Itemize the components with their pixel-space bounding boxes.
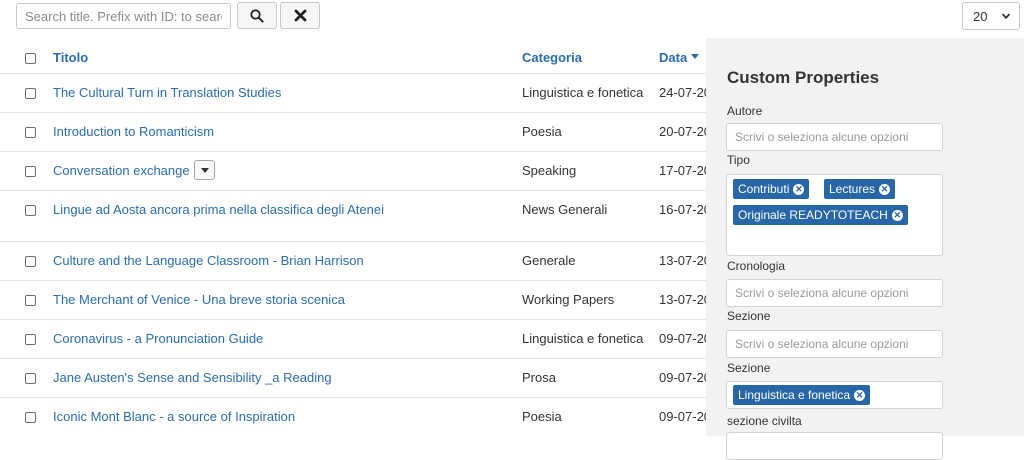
- autore-field[interactable]: Scrivi o seleziona alcune opzioni: [726, 123, 943, 151]
- table-row: Introduction to Romanticism Poesia 20-07…: [0, 112, 706, 152]
- tipo-field[interactable]: Contributi ✕ Lectures ✕ Originale READYT…: [726, 174, 943, 256]
- article-category: Linguistica e fonetica: [522, 331, 644, 346]
- row-checkbox[interactable]: [25, 373, 36, 384]
- table-row: The Merchant of Venice - Una breve stori…: [0, 280, 706, 320]
- article-category: Working Papers: [522, 292, 615, 307]
- remove-tag-icon[interactable]: ✕: [793, 183, 805, 195]
- sezione-civilta-field[interactable]: [726, 432, 943, 460]
- sezione-label: Sezione: [727, 361, 771, 375]
- article-category: News Generali: [522, 202, 608, 217]
- article-date: 09-07-2020: [659, 370, 706, 385]
- table-row: Conversation exchange Speaking 17-07-202…: [0, 151, 706, 191]
- cronologia-field[interactable]: Scrivi o seleziona alcune opzioni: [726, 279, 943, 307]
- article-date: 13-07-2020: [659, 292, 706, 307]
- chevron-down-icon: [1001, 13, 1011, 20]
- article-category: Prosa: [522, 370, 556, 385]
- article-title-link[interactable]: Iconic Mont Blanc - a source of Inspirat…: [53, 409, 295, 424]
- remove-tag-icon[interactable]: ✕: [891, 209, 903, 221]
- article-title-link[interactable]: Lingue ad Aosta ancora prima nella class…: [53, 202, 384, 217]
- article-category: Poesia: [522, 409, 562, 424]
- sezione-label: Sezione: [727, 309, 771, 323]
- table-row: Jane Austen's Sense and Sensibility _a R…: [0, 358, 706, 398]
- row-checkbox[interactable]: [25, 295, 36, 306]
- remove-tag-icon[interactable]: ✕: [854, 389, 866, 401]
- sezione-civilta-label: sezione civilta: [727, 414, 802, 428]
- article-title-link[interactable]: Conversation exchange: [53, 163, 190, 178]
- article-title-link[interactable]: Jane Austen's Sense and Sensibility _a R…: [53, 370, 332, 385]
- row-checkbox[interactable]: [25, 334, 36, 345]
- article-title-link[interactable]: The Merchant of Venice - Una breve stori…: [53, 292, 345, 307]
- tag-chip[interactable]: Lectures ✕: [824, 179, 896, 199]
- tag-label: Originale READYTOTEACH: [738, 208, 888, 222]
- item-actions-toggle[interactable]: [194, 160, 215, 180]
- row-checkbox[interactable]: [25, 88, 36, 99]
- article-title-link[interactable]: Culture and the Language Classroom - Bri…: [53, 253, 364, 268]
- search-button[interactable]: [237, 2, 277, 29]
- select-all-checkbox[interactable]: [25, 53, 36, 64]
- close-icon: [294, 9, 306, 22]
- column-category-header[interactable]: Categoria: [522, 50, 582, 65]
- autore-label: Autore: [727, 104, 763, 118]
- article-date: 09-07-2020: [659, 409, 706, 424]
- row-checkbox[interactable]: [25, 127, 36, 138]
- article-date: 09-07-2020: [659, 331, 706, 346]
- row-checkbox[interactable]: [25, 412, 36, 423]
- article-title-link[interactable]: The Cultural Turn in Translation Studies: [53, 85, 281, 100]
- article-date: 24-07-2020: [659, 85, 706, 100]
- table-row: The Cultural Turn in Translation Studies…: [0, 73, 706, 113]
- table-row: Coronavirus - a Pronunciation Guide Ling…: [0, 319, 706, 359]
- sort-desc-icon: [690, 54, 699, 59]
- article-date: 17-07-2020: [659, 163, 706, 178]
- article-title-link[interactable]: Coronavirus - a Pronunciation Guide: [53, 331, 263, 346]
- column-date-label: Data: [659, 50, 688, 65]
- search-icon: [250, 8, 264, 23]
- tag-chip[interactable]: Contributi ✕: [733, 179, 810, 199]
- list-limit-value: 20: [973, 8, 988, 24]
- article-date: 13-07-2020: [659, 253, 706, 268]
- table-header: Titolo Categoria Data: [0, 43, 706, 73]
- article-date: 20-07-2020: [659, 124, 706, 139]
- table-row: Culture and the Language Classroom - Bri…: [0, 241, 706, 281]
- sezione-tags-field[interactable]: Linguistica e fonetica ✕: [726, 381, 943, 409]
- row-checkbox[interactable]: [25, 166, 36, 177]
- tag-chip[interactable]: Linguistica e fonetica ✕: [733, 385, 871, 405]
- search-input[interactable]: [16, 3, 231, 29]
- article-category: Linguistica e fonetica: [522, 85, 644, 100]
- tag-label: Contributi: [738, 182, 790, 196]
- article-category: Generale: [522, 253, 576, 268]
- article-title-link[interactable]: Introduction to Romanticism: [53, 124, 214, 139]
- tag-label: Linguistica e fonetica: [738, 388, 851, 402]
- cronologia-label: Cronologia: [727, 259, 786, 273]
- clear-search-button[interactable]: [280, 2, 320, 29]
- caret-down-icon: [200, 167, 209, 173]
- remove-tag-icon[interactable]: ✕: [879, 183, 891, 195]
- article-category: Poesia: [522, 124, 562, 139]
- custom-properties-panel: Custom Properties Autore Scrivi o selezi…: [706, 38, 1024, 460]
- panel-title: Custom Properties: [727, 68, 880, 87]
- article-date: 16-07-2020: [659, 202, 706, 217]
- row-checkbox[interactable]: [25, 256, 36, 267]
- sezione-field[interactable]: Scrivi o seleziona alcune opzioni: [726, 330, 943, 358]
- tag-chip[interactable]: Originale READYTOTEACH ✕: [733, 205, 908, 225]
- table-row: Lingue ad Aosta ancora prima nella class…: [0, 190, 706, 242]
- row-checkbox[interactable]: [25, 205, 36, 216]
- column-title-header[interactable]: Titolo: [53, 50, 88, 65]
- tag-label: Lectures: [829, 182, 876, 196]
- tipo-label: Tipo: [727, 153, 750, 167]
- list-limit-select[interactable]: 20: [962, 2, 1020, 30]
- article-category: Speaking: [522, 163, 577, 178]
- table-row: Iconic Mont Blanc - a source of Inspirat…: [0, 397, 706, 437]
- column-date-header[interactable]: Data: [659, 50, 699, 65]
